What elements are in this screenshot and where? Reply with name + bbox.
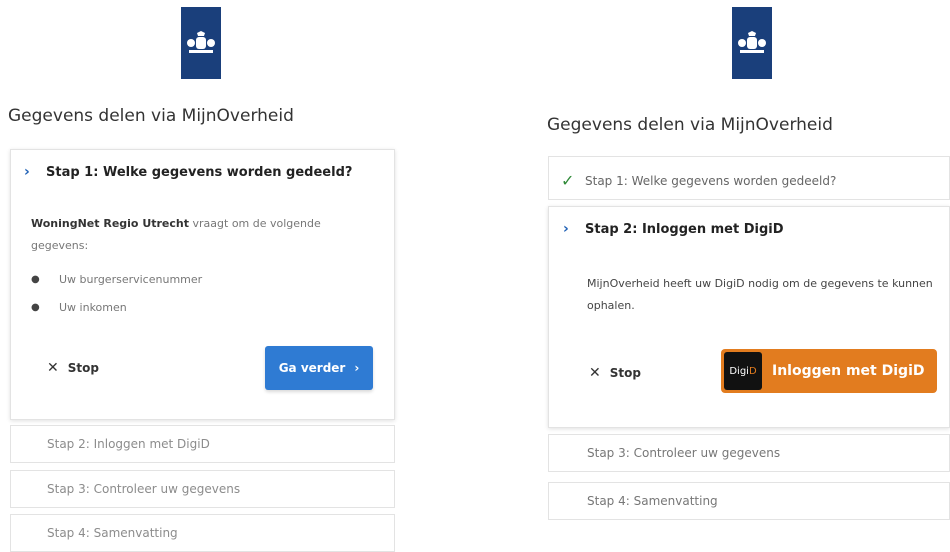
rijksoverheid-logo — [732, 7, 772, 79]
stop-button[interactable]: ✕ Stop — [47, 360, 99, 376]
continue-label: Ga verder — [278, 361, 346, 375]
request-text: WoningNet Regio Utrecht vraagt om de vol… — [31, 213, 351, 257]
requester-name: WoningNet Regio Utrecht — [31, 217, 190, 230]
screen-step-1: Gegevens delen via MijnOverheid › Stap 1… — [0, 0, 410, 552]
step-3-label: Stap 3: Controleer uw gegevens — [47, 482, 241, 496]
step-2-card: Stap 2: Inloggen met DigiD — [10, 425, 395, 463]
step-4-label: Stap 4: Samenvatting — [587, 494, 718, 508]
step-4-header: Stap 4: Samenvatting — [47, 526, 178, 540]
digid-login-button[interactable]: Digi D Inloggen met DigiD — [721, 349, 937, 393]
step-2-header: Stap 2: Inloggen met DigiD — [47, 437, 210, 451]
page-title: Gegevens delen via MijnOverheid — [8, 106, 294, 126]
stop-label: Stop — [67, 361, 99, 375]
digid-explanation: MijnOverheid heeft uw DigiD nodig om de … — [587, 277, 933, 312]
step-4-label: Stap 4: Samenvatting — [47, 526, 178, 540]
page-title: Gegevens delen via MijnOverheid — [547, 115, 833, 135]
stop-button[interactable]: ✕ Stop — [589, 365, 641, 381]
step-2-header[interactable]: › Stap 2: Inloggen met DigiD — [563, 221, 784, 237]
continue-button[interactable]: Ga verder › — [265, 346, 373, 390]
list-item: ● Uw burgerservicenummer — [31, 272, 203, 286]
chevron-right-icon: › — [354, 361, 360, 375]
coat-of-arms-icon — [738, 31, 766, 53]
digid-logo: Digi D — [724, 352, 762, 390]
close-icon: ✕ — [589, 365, 601, 381]
step-2-label: Stap 2: Inloggen met DigiD — [47, 437, 210, 451]
requested-data-list: ● Uw burgerservicenummer ● Uw inkomen — [31, 265, 202, 321]
step-1-label: Stap 1: Welke gegevens worden gedeeld? — [46, 164, 353, 180]
checkmark-icon: ✓ — [561, 171, 575, 190]
step-3-label: Stap 3: Controleer uw gegevens — [587, 446, 781, 460]
step-1-header[interactable]: › Stap 1: Welke gegevens worden gedeeld? — [24, 164, 352, 180]
digid-login-label: Inloggen met DigiD — [772, 363, 925, 379]
step-3-header: Stap 3: Controleer uw gegevens — [587, 446, 780, 460]
close-icon: ✕ — [47, 360, 59, 376]
step-1-label: Stap 1: Welke gegevens worden gedeeld? — [585, 173, 837, 188]
chevron-right-icon: › — [563, 221, 569, 237]
step-3-card: Stap 3: Controleer uw gegevens — [548, 434, 950, 472]
step-3-card: Stap 3: Controleer uw gegevens — [10, 470, 395, 508]
step-1-card: ✓ Stap 1: Welke gegevens worden gedeeld? — [548, 156, 950, 200]
list-item: ● Uw inkomen — [31, 300, 127, 314]
step-1-header[interactable]: ✓ Stap 1: Welke gegevens worden gedeeld? — [561, 171, 836, 190]
screen-step-2: Gegevens delen via MijnOverheid ✓ Stap 1… — [540, 0, 950, 549]
step-4-card: Stap 4: Samenvatting — [548, 482, 950, 520]
step-3-header: Stap 3: Controleer uw gegevens — [47, 482, 240, 496]
coat-of-arms-icon — [187, 31, 215, 53]
step-2-card: › Stap 2: Inloggen met DigiD MijnOverhei… — [548, 206, 950, 428]
step-4-card: Stap 4: Samenvatting — [10, 514, 395, 552]
step-4-header: Stap 4: Samenvatting — [587, 494, 718, 508]
chevron-right-icon: › — [24, 164, 30, 180]
step-1-card: › Stap 1: Welke gegevens worden gedeeld?… — [10, 149, 395, 420]
stop-label: Stop — [609, 366, 641, 380]
step-2-label: Stap 2: Inloggen met DigiD — [585, 221, 784, 237]
rijksoverheid-logo — [181, 7, 221, 79]
